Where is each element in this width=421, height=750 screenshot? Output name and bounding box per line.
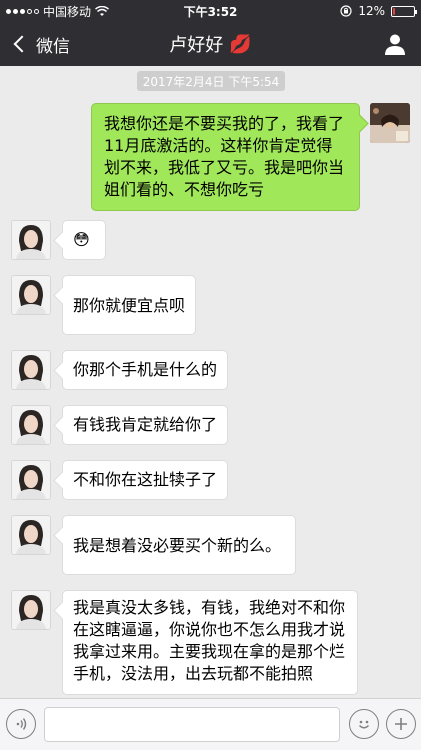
- wifi-icon: [95, 5, 109, 16]
- avatar-self[interactable]: [370, 103, 410, 143]
- chat-title: 卢好好 💋: [0, 22, 421, 66]
- friend-avatar-image: [12, 461, 50, 499]
- chat-timestamp: 2017年2月4日 下午5:54: [137, 71, 285, 91]
- message-incoming[interactable]: 我是真没太多钱，有钱，我绝对不和你在这瞎逼逼，你说你也不怎么用我才说我拿过来用。…: [62, 590, 358, 695]
- message-text: 有钱我肯定就给你了: [73, 415, 218, 434]
- status-right: 12%: [265, 4, 417, 18]
- lips-emoji: 💋: [229, 33, 252, 55]
- more-button[interactable]: [386, 709, 416, 739]
- friend-avatar-image: [12, 276, 50, 314]
- status-bar: 中国移动 下午3:52 12%: [0, 0, 421, 22]
- voice-button[interactable]: [6, 709, 36, 739]
- friend-avatar-image: [12, 516, 50, 554]
- message-input[interactable]: [44, 707, 340, 742]
- rotation-lock-icon: [340, 5, 352, 17]
- message-incoming[interactable]: 你那个手机是什么的: [62, 350, 228, 390]
- message-text: 我是想着没必要买个新的么。: [73, 536, 282, 555]
- message-incoming[interactable]: 我是想着没必要买个新的么。: [62, 515, 296, 575]
- avatar-friend[interactable]: [11, 220, 51, 260]
- message-text: 我是真没太多钱，有钱，我绝对不和你在这瞎逼逼，你说你也不怎么用我才说我拿过来用。…: [73, 598, 346, 683]
- self-avatar-image: [370, 103, 410, 143]
- message-text: 你那个手机是什么的: [73, 360, 218, 379]
- emoji-button[interactable]: [349, 709, 379, 739]
- nav-bar: 微信 卢好好 💋: [0, 22, 421, 66]
- friend-avatar-image: [12, 406, 50, 444]
- message-incoming[interactable]: 😳: [62, 220, 106, 260]
- input-bar: [0, 698, 421, 750]
- message-text: 那你就便宜点呗: [73, 296, 186, 315]
- message-incoming[interactable]: 有钱我肯定就给你了: [62, 405, 228, 445]
- status-time: 下午3:52: [183, 4, 238, 19]
- avatar-friend[interactable]: [11, 590, 51, 630]
- contact-name: 卢好好: [169, 35, 224, 56]
- message-text: 不和你在这扯犊子了: [73, 470, 218, 489]
- status-left: 中国移动: [6, 3, 156, 20]
- emoji-icon: [358, 720, 370, 729]
- avatar-friend[interactable]: [11, 405, 51, 445]
- avatar-friend[interactable]: [11, 515, 51, 555]
- signal-strength-icon: [6, 8, 39, 14]
- friend-avatar-image: [12, 221, 50, 259]
- voice-icon: [16, 718, 27, 730]
- person-icon[interactable]: [383, 32, 407, 56]
- message-text: 😳: [73, 230, 90, 249]
- message-incoming[interactable]: 不和你在这扯犊子了: [62, 460, 228, 500]
- battery-icon: [391, 5, 417, 17]
- battery-fill: [393, 7, 395, 15]
- avatar-friend[interactable]: [11, 350, 51, 390]
- message-incoming[interactable]: 那你就便宜点呗: [62, 275, 196, 335]
- friend-avatar-image: [12, 351, 50, 389]
- message-outgoing[interactable]: 我想你还是不要买我的了，我看了11月底激活的。这样你肯定觉得划不来，我低了又亏。…: [91, 103, 360, 211]
- avatar-friend[interactable]: [11, 275, 51, 315]
- chat-area[interactable]: 2017年2月4日 下午5:54 我想你还是不要买我的了，我看了11月底激活的。…: [0, 66, 421, 698]
- battery-percent: 12%: [358, 4, 385, 18]
- friend-avatar-image: [12, 591, 50, 629]
- plus-icon: [395, 718, 407, 730]
- carrier-label: 中国移动: [43, 4, 92, 19]
- avatar-friend[interactable]: [11, 460, 51, 500]
- message-text: 我想你还是不要买我的了，我看了11月底激活的。这样你肯定觉得划不来，我低了又亏。…: [104, 114, 345, 199]
